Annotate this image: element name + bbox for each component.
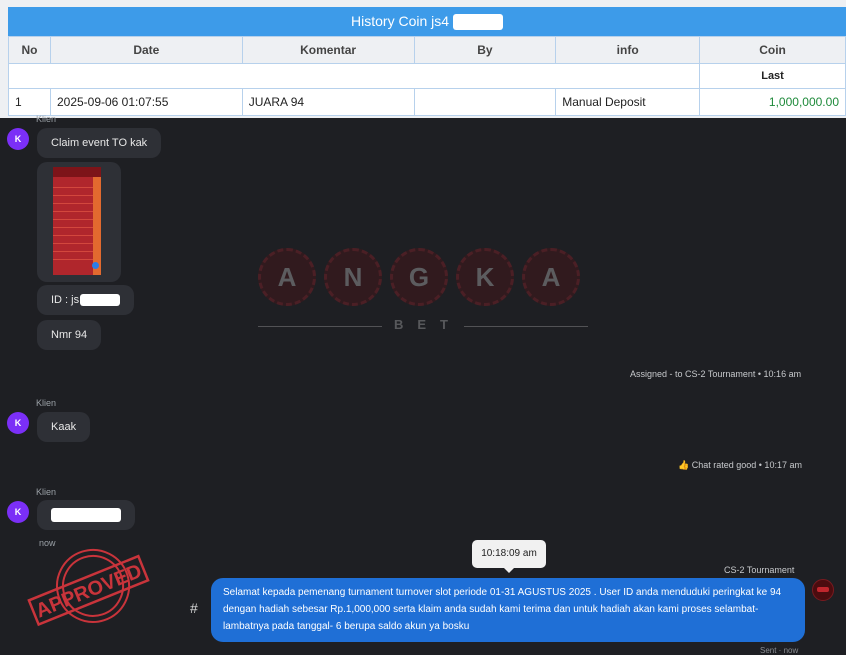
history-coin-table: No Date Komentar By info Coin Last 1 202… (7, 36, 846, 116)
message-bubble: Claim event TO kak (37, 128, 162, 158)
angka-bet-watermark: A N G K A BET (258, 246, 588, 336)
sender-label: Klien (36, 398, 57, 408)
table-subheader-row: Last (7, 63, 846, 89)
redacted-message (51, 508, 121, 523)
history-title-text: History Coin js4 (351, 13, 450, 29)
col-coin: Coin (699, 36, 846, 64)
history-coin-title: History Coin js4 (8, 7, 846, 36)
watermark-chip: N (324, 248, 382, 306)
subheader-spacer (7, 63, 701, 89)
approved-stamp: APPROVED (27, 548, 150, 627)
history-coin-panel: History Coin js4 No Date Komentar By inf… (0, 0, 846, 118)
col-by: By (413, 36, 557, 64)
sender-label: Klien (36, 487, 57, 497)
sender-label: Klien (36, 114, 57, 124)
assigned-status: Assigned - to CS-2 Tournament • 10:16 am (630, 369, 802, 379)
cell-date: 2025-09-06 01:07:55 (49, 88, 243, 116)
watermark-chip: G (390, 248, 448, 306)
rated-status: 👍 Chat rated good • 10:17 am (678, 460, 802, 471)
table-header-row: No Date Komentar By info Coin (8, 36, 846, 64)
redacted-username (452, 14, 503, 31)
cell-coin: 1,000,000.00 (699, 88, 846, 116)
watermark-bet: BET (394, 317, 462, 332)
redacted-id (80, 294, 121, 307)
agent-message-bubble: Selamat kepada pemenang turnament turnov… (211, 578, 805, 642)
message-bubble: Kaak (37, 412, 91, 442)
image-attachment[interactable] (37, 162, 121, 282)
client-avatar: K (7, 128, 29, 150)
blue-dot-icon (92, 262, 99, 269)
message-bubble: ID : js (37, 285, 135, 315)
cell-komentar: JUARA 94 (241, 88, 415, 116)
col-info: info (555, 36, 701, 64)
logo-icon (817, 587, 829, 592)
message-bubble: Nmr 94 (37, 320, 102, 350)
time-tooltip: 10:18:09 am (472, 540, 546, 573)
rated-text: Chat rated good • 10:17 am (691, 460, 802, 470)
watermark-line-right (464, 326, 588, 327)
agent-avatar (812, 579, 834, 601)
cell-info: Manual Deposit (555, 88, 701, 116)
cell-no: 1 (8, 88, 51, 116)
watermark-chip: A (522, 248, 580, 306)
watermark-line-left (258, 326, 382, 327)
col-komentar: Komentar (241, 36, 415, 64)
client-avatar: K (7, 501, 29, 523)
message-text: ID : js (51, 294, 80, 306)
client-avatar: K (7, 412, 29, 434)
table-row[interactable]: 1 2025-09-06 01:07:55 JUARA 94 Manual De… (8, 88, 846, 116)
col-date: Date (49, 36, 243, 64)
subheader-last: Last (699, 63, 846, 89)
hash-icon[interactable]: # (190, 600, 198, 616)
thumbs-up-icon: 👍 (678, 460, 690, 470)
watermark-chip: A (258, 248, 316, 306)
agent-name-label: CS-2 Tournament (724, 565, 795, 575)
message-bubble (37, 500, 135, 530)
cell-by (413, 88, 557, 116)
screenshot-thumbnail[interactable] (53, 167, 101, 275)
col-no: No (8, 36, 51, 64)
watermark-chip: K (456, 248, 514, 306)
